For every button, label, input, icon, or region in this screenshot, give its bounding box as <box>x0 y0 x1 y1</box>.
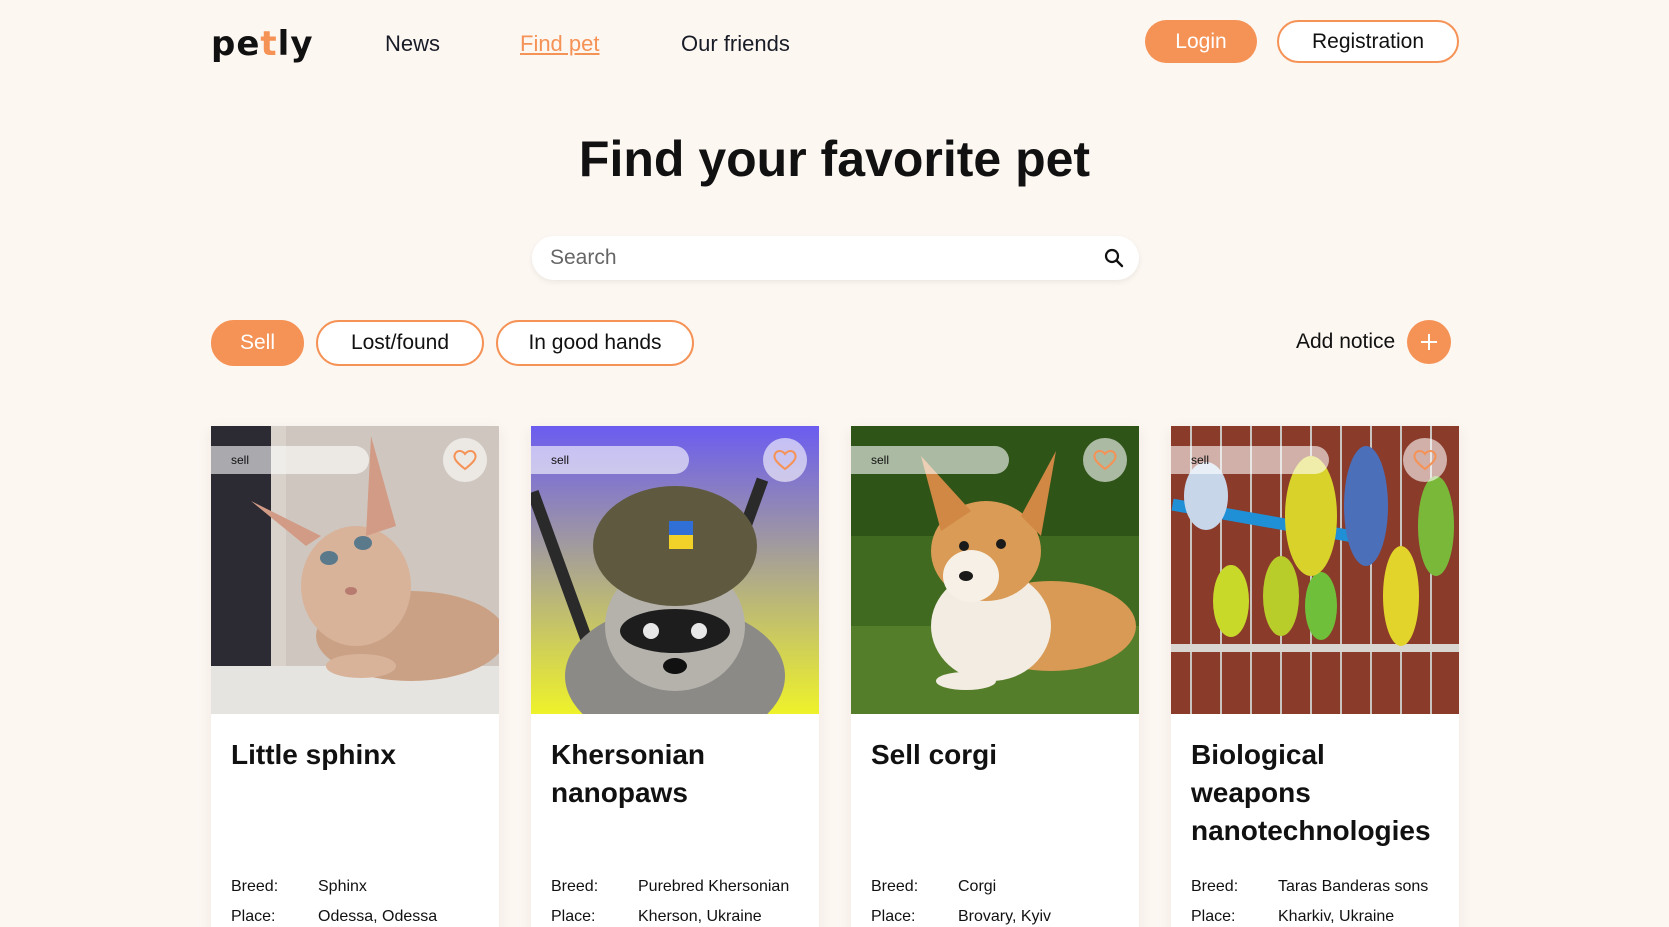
pet-title: Sell corgi <box>871 739 998 770</box>
category-tag: sell <box>211 446 369 474</box>
plus-icon <box>1421 334 1438 350</box>
logo-text-end: ly <box>277 24 314 64</box>
favorite-button[interactable] <box>763 438 807 482</box>
heart-icon <box>773 450 797 471</box>
add-notice-label: Add notice <box>1296 330 1396 353</box>
place-value: Odessa, Odessa <box>318 908 438 925</box>
search-bar <box>532 236 1139 280</box>
breed-value: Purebred Khersonian <box>638 878 790 895</box>
category-tag: sell <box>851 446 1009 474</box>
breed-label: Breed: <box>551 878 599 895</box>
breed-label: Breed: <box>871 878 919 895</box>
pet-card[interactable]: sell Biological weapons nanotechnologies… <box>1171 426 1459 927</box>
heart-icon <box>1093 450 1117 471</box>
logo-text-accent: t <box>260 24 278 64</box>
filter-lost-found-button[interactable]: Lost/found <box>316 320 484 366</box>
pet-card[interactable]: sell Sell corgi Breed: Corgi Place: Brovar… <box>851 426 1139 927</box>
add-notice[interactable]: Add notice <box>1296 320 1452 364</box>
page-title: Find your favorite pet <box>578 131 1091 187</box>
logo-text-start: pe <box>211 24 261 64</box>
favorite-button[interactable] <box>1403 438 1447 482</box>
logo[interactable]: petly <box>211 24 314 64</box>
login-button[interactable]: Login <box>1145 20 1257 63</box>
place-value: Kharkiv, Ukraine <box>1278 908 1395 925</box>
favorite-button[interactable] <box>1083 438 1127 482</box>
nav-link-our-friends[interactable]: Our friends <box>681 31 790 57</box>
breed-value: Corgi <box>958 878 997 895</box>
place-label: Place: <box>231 908 276 925</box>
place-label: Place: <box>1191 908 1236 925</box>
pet-card[interactable]: sell Khersonian nanopaws Breed: Purebred … <box>531 426 819 927</box>
category-tag: sell <box>1171 446 1329 474</box>
place-label: Place: <box>871 908 916 925</box>
nav-link-find-pet[interactable]: Find pet <box>520 31 600 57</box>
breed-value: Sphinx <box>318 878 367 895</box>
add-notice-button[interactable] <box>1407 320 1452 364</box>
registration-button[interactable]: Registration <box>1277 20 1459 63</box>
search-icon[interactable] <box>1103 247 1125 269</box>
site-header: petly News Find pet Our friends Login Re… <box>0 0 1669 90</box>
breed-label: Breed: <box>1191 878 1239 895</box>
place-value: Brovary, Kyiv <box>958 908 1052 925</box>
category-tag: sell <box>531 446 689 474</box>
pet-card[interactable]: sell Little sphinx Breed: Sphinx Place: Od… <box>211 426 499 927</box>
breed-label: Breed: <box>231 878 279 895</box>
favorite-button[interactable] <box>443 438 487 482</box>
pet-title: Biological weapons nanotechnologies <box>1191 739 1431 846</box>
place-label: Place: <box>551 908 596 925</box>
breed-value: Taras Banderas sons <box>1278 878 1429 895</box>
pet-title: Khersonian nanopaws <box>551 739 706 808</box>
filter-in-good-hands-button[interactable]: In good hands <box>496 320 694 366</box>
pet-title: Little sphinx <box>231 739 396 770</box>
place-value: Kherson, Ukraine <box>638 908 762 925</box>
search-input[interactable] <box>550 244 1090 272</box>
heart-icon <box>1413 450 1437 471</box>
filter-sell-button[interactable]: Sell <box>211 320 304 366</box>
nav-link-news[interactable]: News <box>385 31 440 57</box>
heart-icon <box>453 450 477 471</box>
